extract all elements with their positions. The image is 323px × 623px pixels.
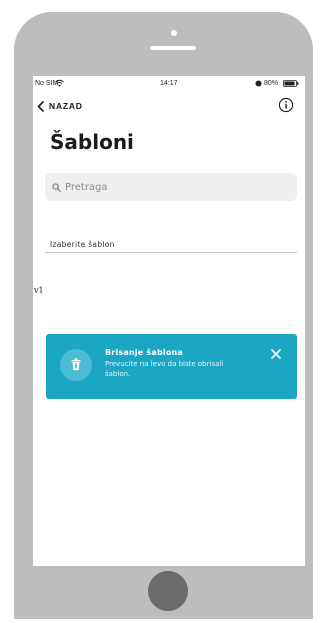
battery-icon <box>283 80 299 87</box>
section-label: Izaberite šablon <box>50 240 115 249</box>
close-icon[interactable] <box>270 348 282 360</box>
search-box[interactable] <box>45 173 297 201</box>
status-bar: No SIM 14:17 80% <box>33 76 305 92</box>
hint-text: Prevucite na levo da biste obrisali šabl… <box>105 360 224 378</box>
alarm-icon <box>255 80 262 87</box>
back-label: NAZAD <box>49 101 83 111</box>
hint-icon-badge <box>60 349 92 381</box>
home-button[interactable] <box>148 571 188 611</box>
search-input[interactable] <box>65 181 285 193</box>
wifi-icon <box>55 79 64 87</box>
phone-speaker <box>150 46 196 50</box>
page-title: Šabloni <box>50 130 134 154</box>
back-button[interactable]: NAZAD <box>37 98 83 114</box>
chevron-left-icon <box>37 100 44 112</box>
section-divider <box>45 252 297 253</box>
app-screen: No SIM 14:17 80% NAZAD Šabloni Pretraga … <box>33 76 305 566</box>
hint-title: Brisanje šablona <box>105 348 184 357</box>
navigation-bar: NAZAD <box>33 94 305 118</box>
trash-icon <box>71 358 81 371</box>
template-list-item[interactable]: v1 <box>33 286 305 306</box>
status-time: 14:17 <box>160 80 178 87</box>
swipe-hint-card: Brisanje šablona Prevucite na levo da bi… <box>46 334 297 399</box>
search-icon <box>52 182 61 192</box>
battery-percentage: 80% <box>264 80 279 87</box>
info-icon[interactable] <box>278 97 294 113</box>
phone-camera <box>171 30 177 36</box>
